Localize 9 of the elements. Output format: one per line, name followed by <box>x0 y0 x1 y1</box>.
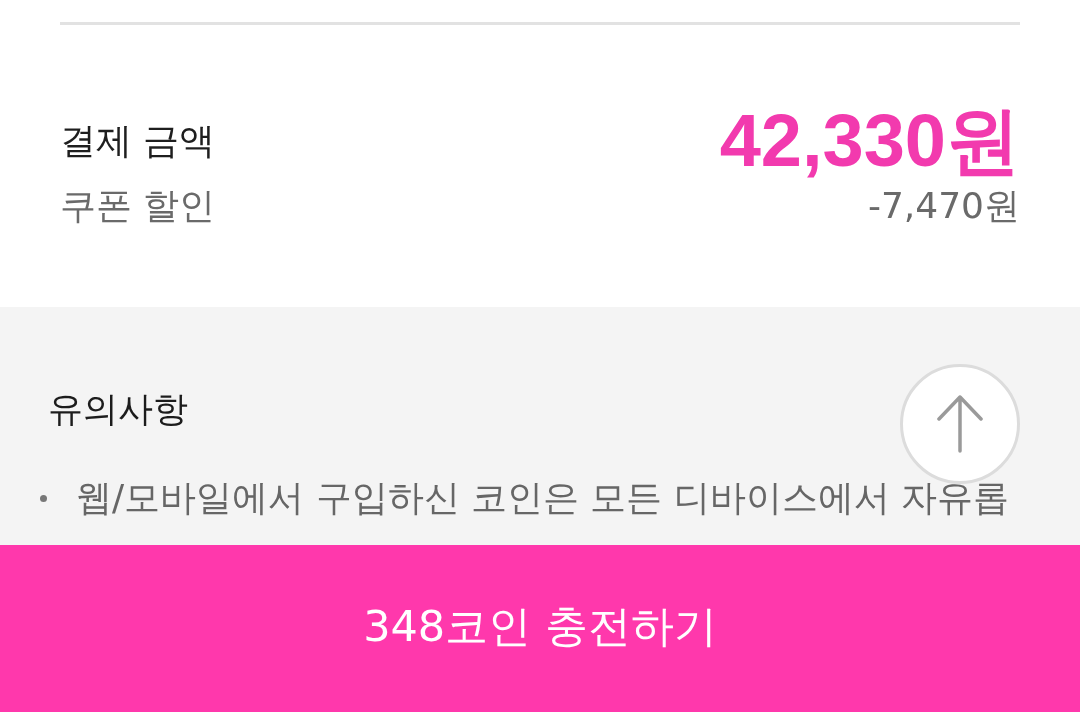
notice-title: 유의사항 <box>48 388 188 431</box>
summary-label: 결제 금액 <box>60 120 216 162</box>
up-arrow-icon <box>936 395 984 453</box>
summary-label: 쿠폰 할인 <box>60 185 216 227</box>
notice-text: 웹/모바일에서 구입하신 코인은 모든 디바이스에서 자유롭 <box>76 476 1010 520</box>
summary-amount: -7,470원 <box>867 185 1020 227</box>
summary-amount: 42,330원 <box>719 101 1020 181</box>
charge-button[interactable]: 348코인 충전하기 <box>0 545 1080 712</box>
bullet-icon <box>40 494 47 502</box>
